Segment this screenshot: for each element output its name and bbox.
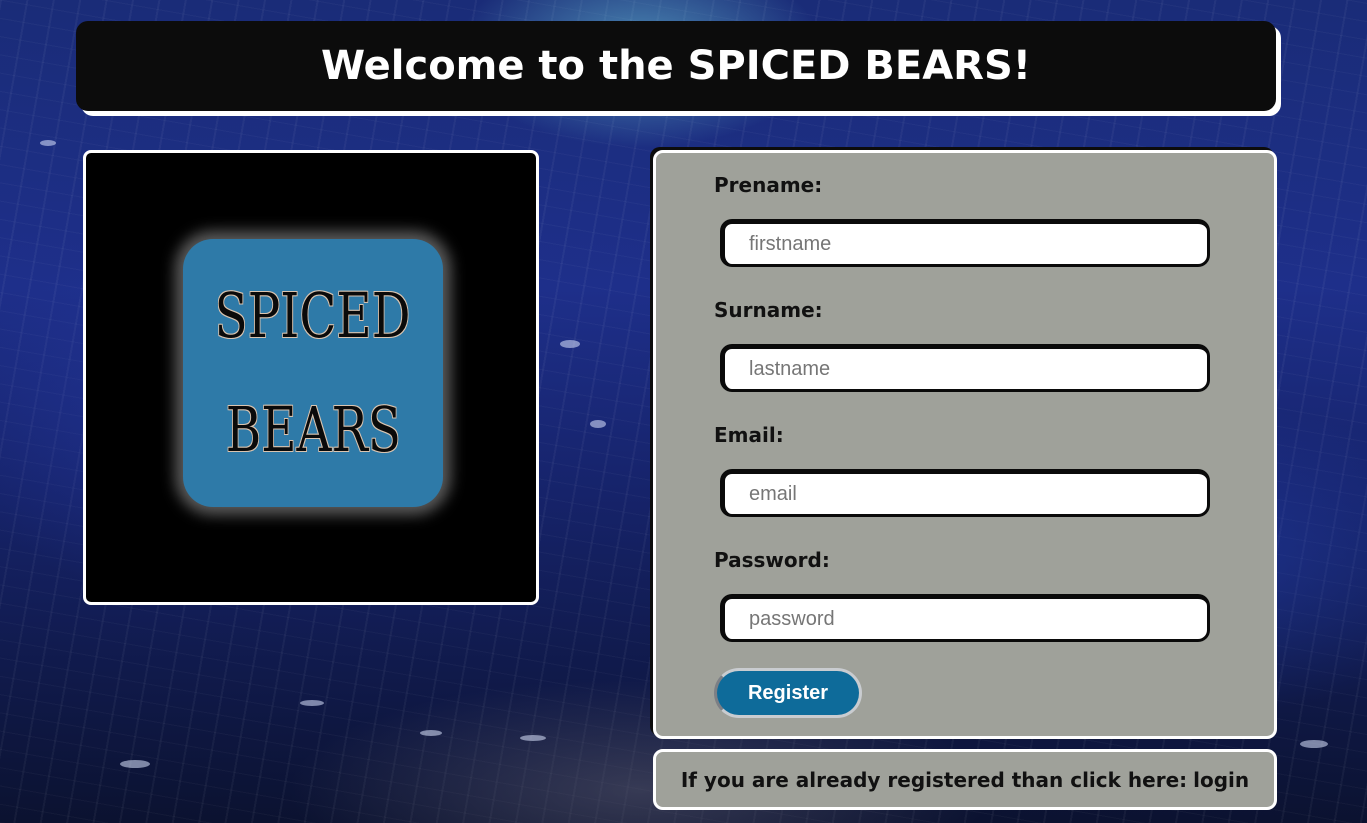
logo-line-2: BEARS (225, 393, 401, 466)
login-prompt: If you are already registered than click… (680, 767, 1188, 792)
background-light (520, 735, 546, 741)
background-light (590, 420, 606, 428)
logo-panel: SPICED BEARS (83, 150, 539, 605)
spiced-bears-logo: SPICED BEARS (183, 239, 443, 507)
background-light (300, 700, 324, 706)
prename-label: Prename: (714, 173, 823, 197)
login-link[interactable]: login (1193, 768, 1249, 792)
firstname-input[interactable] (720, 219, 1210, 267)
background-light (560, 340, 580, 348)
password-input[interactable] (720, 594, 1210, 642)
background-light (1300, 740, 1328, 748)
registration-form: Prename: Surname: Email: Password: Regis… (653, 150, 1277, 739)
page-header: Welcome to the SPICED BEARS! (76, 21, 1276, 111)
surname-label: Surname: (714, 298, 823, 322)
background-light (120, 760, 150, 768)
background-light (420, 730, 442, 736)
logo-line-1: SPICED (215, 279, 411, 352)
lastname-input[interactable] (720, 344, 1210, 392)
page-title: Welcome to the SPICED BEARS! (320, 43, 1032, 89)
password-label: Password: (714, 548, 830, 572)
email-input[interactable] (720, 469, 1210, 517)
register-button[interactable]: Register (714, 668, 862, 718)
email-label: Email: (714, 423, 784, 447)
background-light (40, 140, 56, 146)
login-panel: If you are already registered than click… (653, 749, 1277, 810)
